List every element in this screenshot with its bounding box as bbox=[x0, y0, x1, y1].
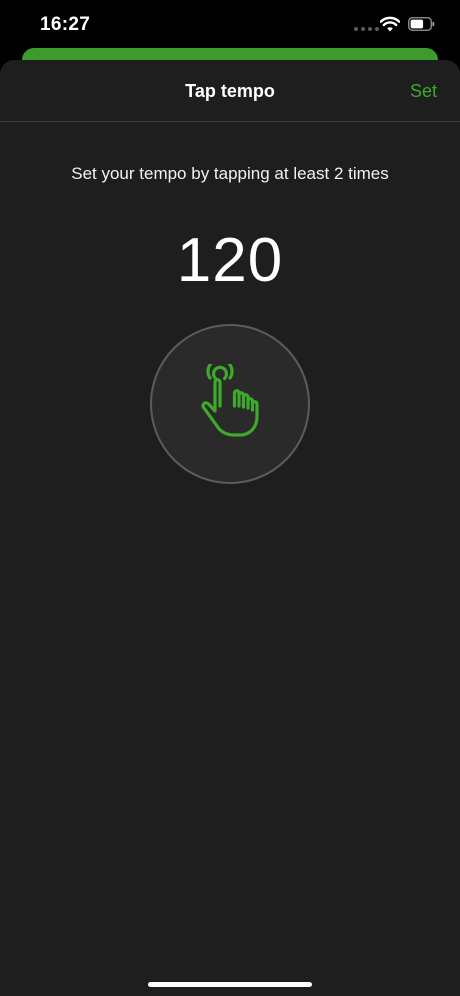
battery-icon bbox=[408, 17, 435, 31]
nav-title: Tap tempo bbox=[185, 81, 275, 101]
tap-tempo-sheet: Tap tempo Set Set your tempo by tapping … bbox=[0, 60, 460, 996]
set-button[interactable]: Set bbox=[410, 81, 437, 102]
tap-hand-icon bbox=[201, 364, 259, 437]
signal-dots-icon bbox=[354, 27, 379, 31]
instruction-text: Set your tempo by tapping at least 2 tim… bbox=[71, 164, 389, 183]
nav-bar: Tap tempo Set bbox=[0, 60, 460, 122]
screen: 16:27 Tap tempo Set Set your tempo by ta… bbox=[0, 0, 460, 996]
home-indicator[interactable] bbox=[148, 982, 312, 987]
tempo-value: 120 bbox=[176, 226, 284, 295]
wifi-icon bbox=[380, 16, 400, 32]
status-bar: 16:27 bbox=[0, 0, 460, 50]
tap-button[interactable] bbox=[150, 324, 310, 484]
status-time: 16:27 bbox=[40, 14, 91, 35]
